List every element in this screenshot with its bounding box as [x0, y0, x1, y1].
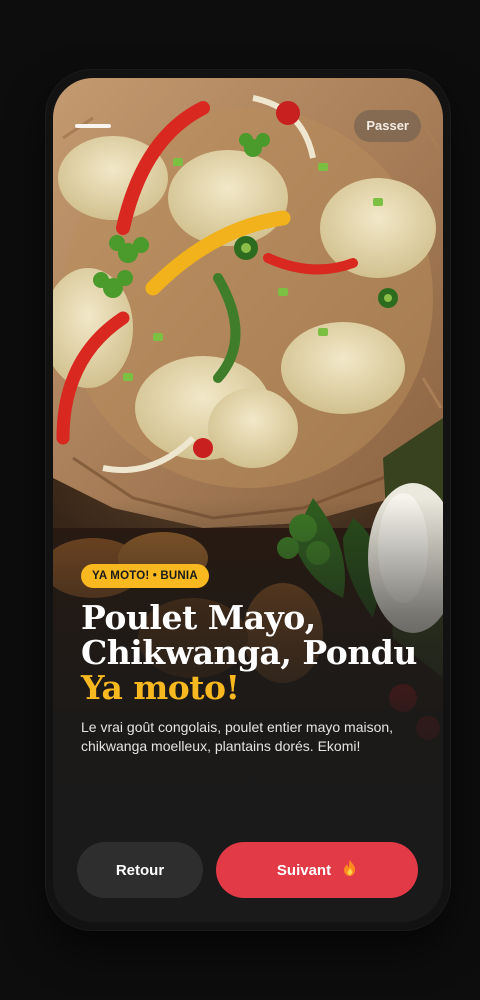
next-button-label: Suivant [276, 861, 332, 879]
progress-indicator [75, 124, 111, 128]
description-text: Le vrai goût congolais, poulet entier ma… [81, 719, 394, 754]
back-button-label: Retour [115, 861, 165, 879]
phone-frame: Passer YA MOTO! • BUNIA Poulet Mayo, Chi… [46, 70, 450, 930]
location-badge: YA MOTO! • BUNIA [81, 564, 209, 588]
onboarding-screen: Passer YA MOTO! • BUNIA Poulet Mayo, Chi… [53, 78, 443, 922]
headline-line-2: Chikwanga, Pondu [81, 633, 417, 672]
skip-button[interactable]: Passer [354, 110, 421, 142]
headline: Poulet Mayo, Chikwanga, Pondu Ya moto! [81, 600, 431, 705]
next-button[interactable]: Suivant [216, 842, 418, 898]
headline-accent: Ya moto! [81, 668, 240, 707]
headline-line-1: Poulet Mayo, [81, 598, 316, 637]
fire-icon [343, 859, 357, 881]
back-button[interactable]: Retour [77, 842, 203, 898]
